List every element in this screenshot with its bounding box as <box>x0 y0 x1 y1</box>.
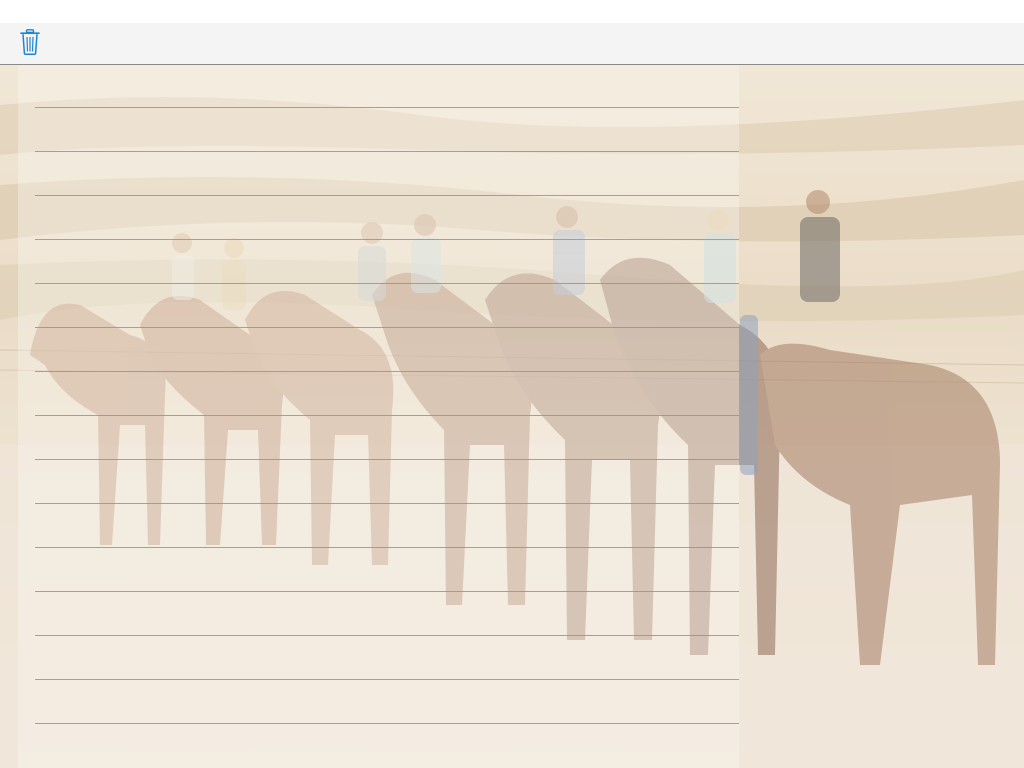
ruled-line <box>35 723 739 724</box>
ruled-line <box>35 327 739 328</box>
ruled-line <box>35 239 739 240</box>
ruled-line <box>35 459 739 460</box>
ruled-line <box>35 547 739 548</box>
status-bar <box>0 0 1024 23</box>
ruled-line <box>35 503 739 504</box>
ruled-line <box>35 635 739 636</box>
app-window <box>0 0 1024 768</box>
ruled-line <box>35 371 739 372</box>
ruled-line <box>35 415 739 416</box>
lined-note-panel[interactable] <box>18 65 739 768</box>
toolbar <box>0 23 1024 65</box>
ruled-line <box>35 679 739 680</box>
ruled-line <box>35 195 739 196</box>
ruled-line <box>35 283 739 284</box>
trash-icon <box>20 29 40 55</box>
delete-button[interactable] <box>17 27 43 57</box>
ruled-line <box>35 591 739 592</box>
ruled-line <box>35 107 739 108</box>
ruled-line <box>35 151 739 152</box>
